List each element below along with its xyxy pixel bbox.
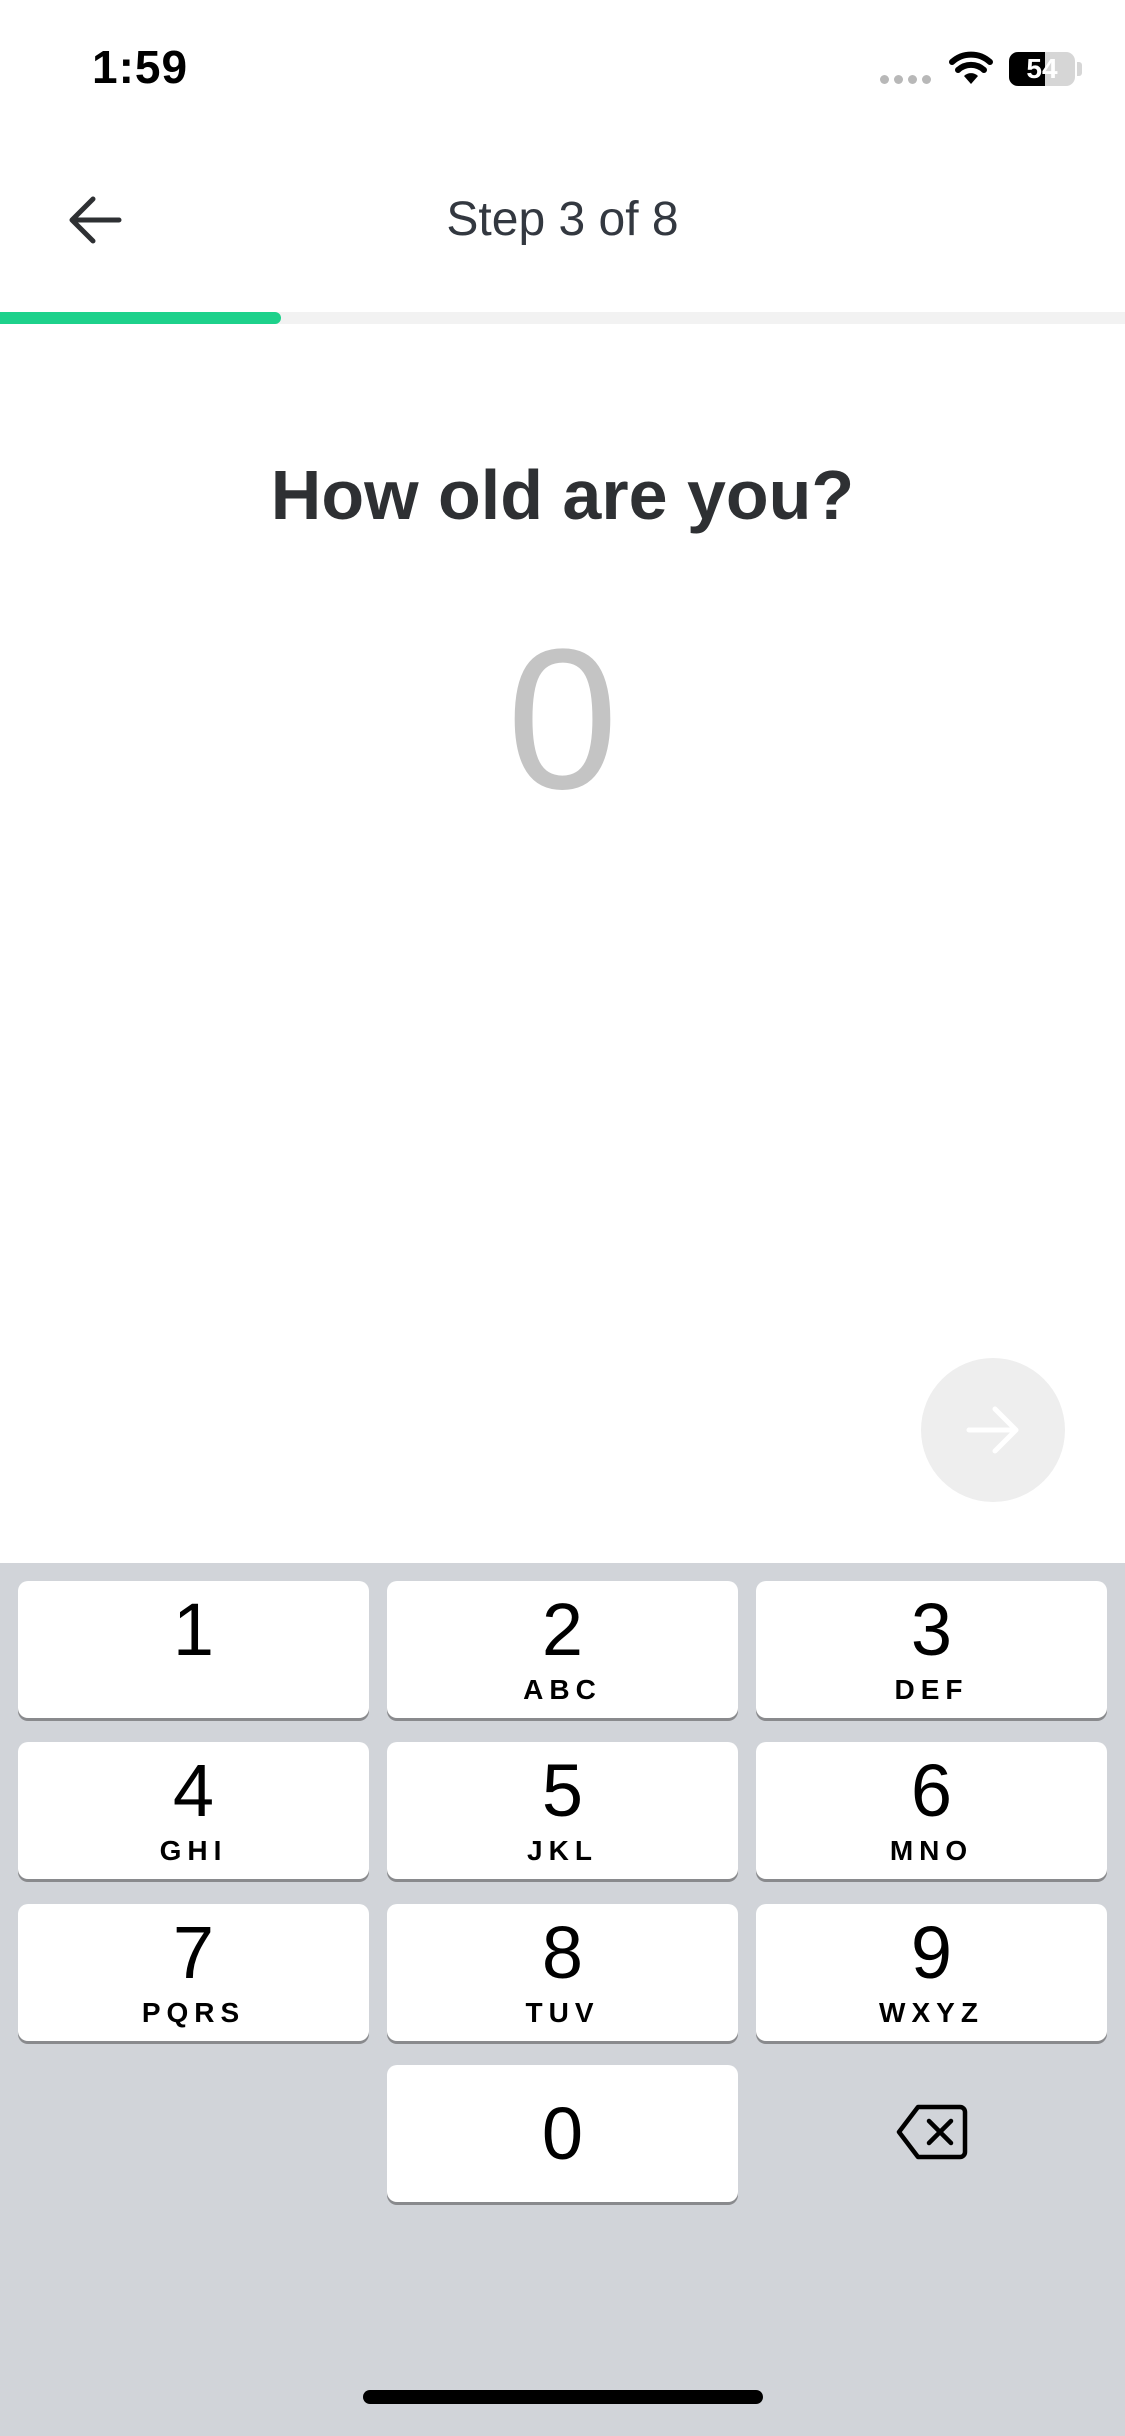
question-title: How old are you? bbox=[270, 456, 855, 534]
next-button[interactable] bbox=[921, 1358, 1065, 1502]
key-digit: 4 bbox=[172, 1749, 215, 1832]
age-input[interactable]: 0 bbox=[0, 620, 1125, 820]
progress-bar bbox=[0, 312, 1125, 324]
key-digit: 1 bbox=[172, 1588, 215, 1671]
status-bar: 1:59 54 bbox=[0, 0, 1125, 140]
wifi-icon bbox=[949, 51, 993, 84]
key-7[interactable]: 7 PQRS bbox=[18, 1904, 369, 2041]
key-digit: 2 bbox=[541, 1588, 584, 1671]
step-indicator: Step 3 of 8 bbox=[446, 193, 679, 246]
key-6[interactable]: 6 MNO bbox=[756, 1742, 1107, 1879]
signal-dots-icon bbox=[880, 75, 934, 85]
key-letters: JKL bbox=[527, 1835, 598, 1866]
onboarding-age-screen: 1:59 54 Step 3 of 8 How old are you? 0 1… bbox=[0, 0, 1125, 2436]
key-0[interactable]: 0 bbox=[387, 2065, 738, 2202]
key-9[interactable]: 9 WXYZ bbox=[756, 1904, 1107, 2041]
key-digit: 9 bbox=[910, 1911, 953, 1994]
key-digit: 3 bbox=[910, 1588, 953, 1671]
numeric-keypad: 1 2 ABC 3 DEF 4 GHI 5 JKL 6 MNO 7 PQRS 8 bbox=[0, 1563, 1125, 2436]
key-letters: DEF bbox=[894, 1674, 969, 1705]
key-letters: GHI bbox=[159, 1835, 228, 1866]
key-letters: ABC bbox=[523, 1674, 602, 1705]
key-letters: TUV bbox=[525, 1997, 600, 2028]
key-1[interactable]: 1 bbox=[18, 1581, 369, 1718]
key-8[interactable]: 8 TUV bbox=[387, 1904, 738, 2041]
key-digit: 7 bbox=[172, 1911, 215, 1994]
key-digit: 0 bbox=[541, 2092, 584, 2175]
key-digit: 6 bbox=[910, 1749, 953, 1832]
battery-icon: 54 bbox=[1009, 52, 1075, 86]
key-2[interactable]: 2 ABC bbox=[387, 1581, 738, 1718]
key-digit: 8 bbox=[541, 1911, 584, 1994]
key-letters: MNO bbox=[889, 1835, 974, 1866]
home-indicator bbox=[363, 2390, 763, 2404]
key-digit: 5 bbox=[541, 1749, 584, 1832]
key-letters: WXYZ bbox=[879, 1997, 984, 2028]
battery-cap bbox=[1077, 62, 1082, 76]
key-5[interactable]: 5 JKL bbox=[387, 1742, 738, 1879]
backspace-icon bbox=[896, 2104, 967, 2159]
progress-fill bbox=[0, 312, 282, 324]
key-letters: PQRS bbox=[141, 1997, 246, 2028]
status-time: 1:59 bbox=[92, 41, 189, 93]
key-3[interactable]: 3 DEF bbox=[756, 1581, 1107, 1718]
arrow-right-icon bbox=[966, 1406, 1019, 1454]
battery-level-label: 54 bbox=[1026, 53, 1058, 84]
delete-key[interactable] bbox=[756, 2063, 1107, 2200]
key-4[interactable]: 4 GHI bbox=[18, 1742, 369, 1879]
